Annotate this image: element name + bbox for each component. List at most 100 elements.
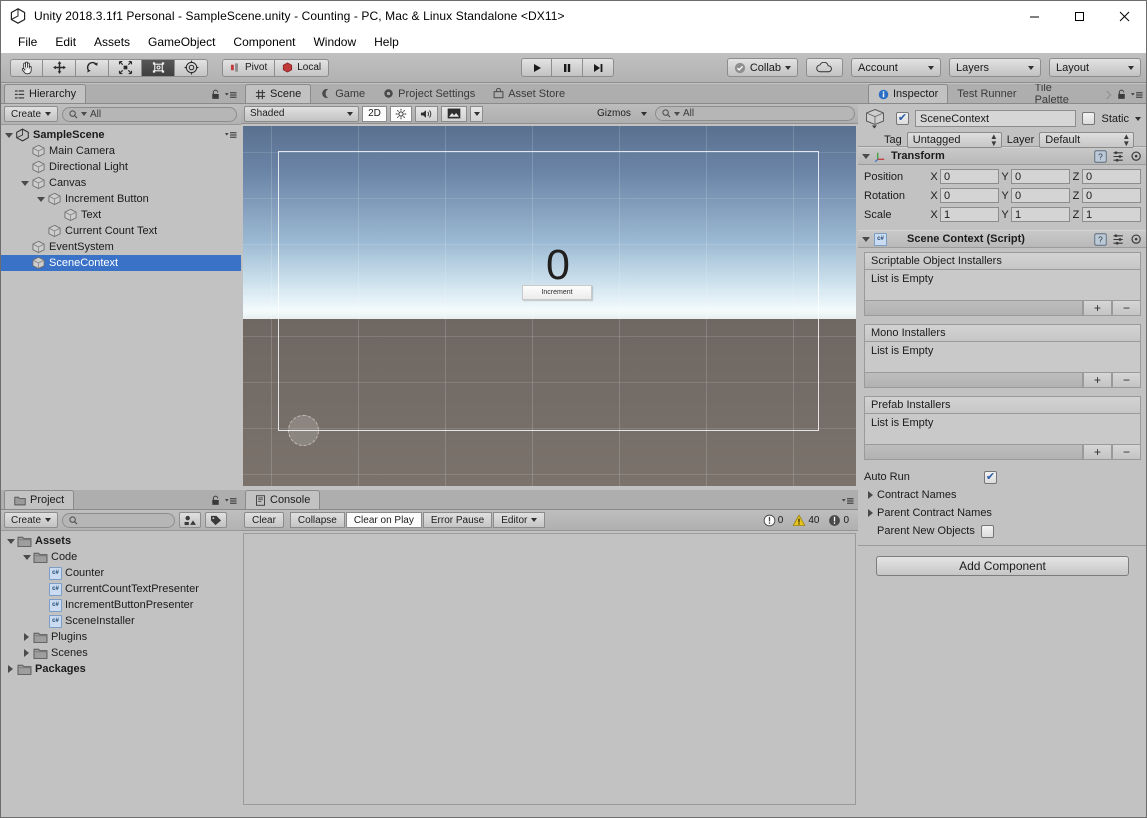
field-y[interactable]: 0 (1011, 188, 1070, 203)
foldout-toggle[interactable] (18, 175, 31, 191)
scene-viewport[interactable]: 0 Increment (243, 126, 856, 486)
field-x[interactable]: 0 (940, 169, 999, 184)
field-z[interactable]: 1 (1082, 207, 1141, 222)
rect-pivot-handle[interactable] (288, 415, 319, 446)
gameobject-enabled-checkbox[interactable] (896, 112, 909, 125)
tab-asset-store[interactable]: Asset Store (484, 84, 574, 103)
menu-help[interactable]: Help (365, 32, 408, 53)
console-message-list[interactable] (243, 533, 856, 805)
menu-gameobject[interactable]: GameObject (139, 32, 224, 53)
increment-button-preview[interactable]: Increment (522, 285, 592, 300)
foldout-toggle[interactable] (20, 629, 33, 645)
tree-row-incrementbuttonpresenter[interactable]: c#IncrementButtonPresenter (0, 597, 241, 613)
foldout-toggle[interactable] (2, 127, 15, 143)
scale-tool-button[interactable] (109, 59, 142, 77)
play-button[interactable] (521, 58, 552, 77)
panel-menu-icon[interactable] (1130, 90, 1143, 100)
foldout-toggle[interactable] (4, 661, 17, 677)
transform-component-header[interactable]: Transform ? (858, 147, 1147, 165)
tab-console[interactable]: Console (245, 490, 320, 509)
rotate-tool-button[interactable] (76, 59, 109, 77)
scene-effects-dropdown[interactable] (470, 106, 483, 122)
layers-dropdown[interactable]: Layers (949, 58, 1041, 77)
field-y[interactable]: 1 (1011, 207, 1070, 222)
foldout-toggle[interactable] (864, 505, 877, 521)
foldout-toggle[interactable] (20, 645, 33, 661)
console-clear-on-play-button[interactable]: Clear on Play (346, 512, 422, 528)
hierarchy-tree[interactable]: SampleSceneMain CameraDirectional LightC… (0, 127, 241, 488)
tree-row-plugins[interactable]: Plugins (0, 629, 241, 645)
foldout-toggle[interactable] (864, 487, 877, 503)
scene-lighting-button[interactable] (390, 106, 412, 122)
project-create-button[interactable]: Create (4, 512, 58, 528)
field-x[interactable]: 0 (940, 188, 999, 203)
tree-row-canvas[interactable]: Canvas (0, 175, 241, 191)
foldout-icon[interactable] (862, 154, 870, 159)
add-component-button[interactable]: Add Component (876, 556, 1129, 576)
pivot-toggle[interactable]: Pivot (222, 59, 275, 77)
foldout-toggle[interactable] (20, 549, 33, 565)
foldout-icon[interactable] (862, 237, 870, 242)
tree-row-main-camera[interactable]: Main Camera (0, 143, 241, 159)
parent-contract-names-row[interactable]: Parent Contract Names (864, 504, 1141, 522)
close-button[interactable] (1102, 0, 1147, 32)
gizmos-search-input[interactable]: All (655, 106, 855, 121)
tree-row-code[interactable]: Code (0, 549, 241, 565)
error-count[interactable]: 0 (828, 514, 849, 527)
cloud-button[interactable] (806, 58, 843, 77)
tree-row-eventsystem[interactable]: EventSystem (0, 239, 241, 255)
hierarchy-create-button[interactable]: Create (4, 106, 58, 122)
tab-inspector[interactable]: Inspector (868, 84, 948, 103)
add-item-button[interactable]: + (1083, 373, 1112, 388)
tab-project[interactable]: Project (4, 490, 74, 509)
toggle-2d-button[interactable]: 2D (362, 106, 387, 122)
add-item-button[interactable]: + (1083, 445, 1112, 460)
gear-icon[interactable] (1130, 150, 1143, 163)
step-button[interactable] (583, 58, 614, 77)
panel-menu-icon[interactable] (224, 496, 237, 506)
menu-component[interactable]: Component (224, 32, 304, 53)
preset-icon[interactable] (1112, 150, 1125, 163)
tab-tile-palette[interactable]: Tile Palette (1026, 84, 1090, 103)
lock-icon[interactable] (1117, 89, 1126, 100)
menu-assets[interactable]: Assets (85, 32, 139, 53)
layer-dropdown[interactable]: Default ▲▼ (1039, 132, 1134, 148)
scene-audio-button[interactable] (415, 106, 438, 122)
project-tree[interactable]: AssetsCodec#Counterc#CurrentCountTextPre… (0, 533, 241, 818)
local-toggle[interactable]: Local (275, 59, 329, 77)
chevron-down-icon[interactable] (1135, 117, 1141, 121)
remove-item-button[interactable]: − (1112, 373, 1141, 388)
menu-file[interactable]: File (9, 32, 46, 53)
contract-names-row[interactable]: Contract Names (864, 486, 1141, 504)
remove-item-button[interactable]: − (1112, 445, 1141, 460)
lock-icon[interactable] (211, 495, 220, 506)
overflow-chevron-icon[interactable] (1105, 90, 1113, 100)
remove-item-button[interactable]: − (1112, 301, 1141, 316)
filter-by-label-button[interactable] (205, 512, 227, 528)
layout-dropdown[interactable]: Layout (1049, 58, 1141, 77)
menu-window[interactable]: Window (304, 32, 365, 53)
field-x[interactable]: 1 (940, 207, 999, 222)
gizmos-dropdown[interactable]: Gizmos (592, 106, 652, 122)
field-y[interactable]: 0 (1011, 169, 1070, 184)
rect-tool-button[interactable] (142, 59, 175, 77)
tree-row-text[interactable]: Text (0, 207, 241, 223)
log-count[interactable]: 0 (763, 514, 784, 527)
draw-mode-dropdown[interactable]: Shaded (244, 106, 359, 122)
maximize-button[interactable] (1057, 0, 1102, 32)
tree-row-samplescene[interactable]: SampleScene (0, 127, 241, 143)
tag-dropdown[interactable]: Untagged ▲▼ (907, 132, 1002, 148)
field-z[interactable]: 0 (1082, 188, 1141, 203)
tree-row-sceneinstaller[interactable]: c#SceneInstaller (0, 613, 241, 629)
tree-row-directional-light[interactable]: Directional Light (0, 159, 241, 175)
tab-test-runner[interactable]: Test Runner (948, 84, 1025, 103)
panel-menu-icon[interactable] (224, 90, 237, 100)
tree-row-counter[interactable]: c#Counter (0, 565, 241, 581)
scene-context-menu-icon[interactable] (224, 130, 237, 143)
tree-row-assets[interactable]: Assets (0, 533, 241, 549)
foldout-toggle[interactable] (34, 191, 47, 207)
field-z[interactable]: 0 (1082, 169, 1141, 184)
static-checkbox[interactable] (1082, 112, 1095, 125)
foldout-toggle[interactable] (4, 533, 17, 549)
project-search-input[interactable] (62, 513, 175, 528)
